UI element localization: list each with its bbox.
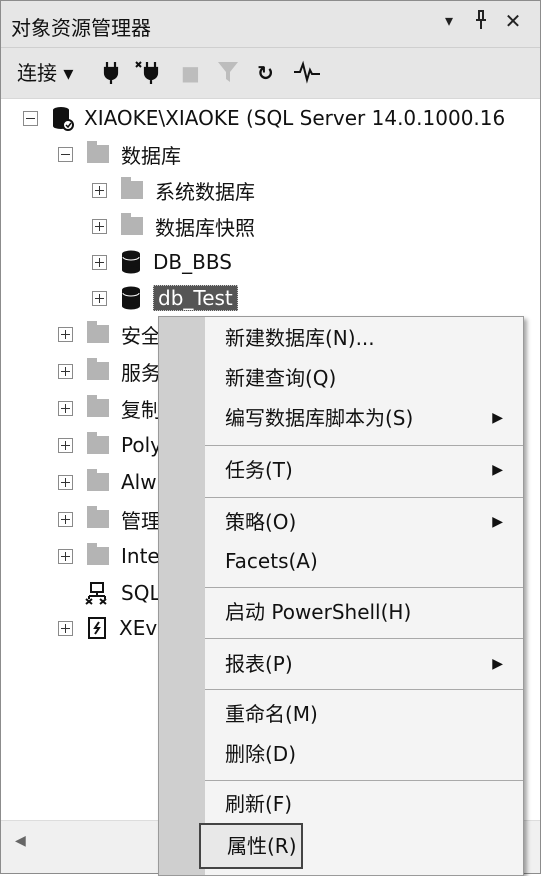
tree-node-sql-agent[interactable]: SQL (85, 576, 161, 610)
replication-label: 复制 (121, 397, 161, 422)
panel-title: 对象资源管理器 (11, 16, 151, 40)
refresh-icon[interactable]: ↻ (257, 60, 274, 86)
folder-icon (87, 358, 109, 380)
server-objects-label: 服务 (121, 360, 161, 385)
expand-icon[interactable] (92, 218, 107, 234)
collapse-icon[interactable] (58, 146, 73, 162)
context-menu: 新建数据库(N)... 新建查询(Q) 编写数据库脚本为(S) ▶ 任务(T) … (158, 316, 524, 876)
folder-icon (87, 543, 109, 565)
disconnect-plug-icon[interactable] (135, 60, 161, 86)
xevent-label: XEv (119, 616, 158, 640)
expand-icon[interactable] (58, 363, 73, 379)
menu-item-properties[interactable]: 属性(R) (227, 831, 297, 861)
tree-node-xevent[interactable]: XEv (58, 611, 157, 645)
tree-node-always-on[interactable]: Alw (58, 465, 157, 499)
scroll-left-icon[interactable]: ◀ (15, 833, 26, 849)
filter-icon[interactable] (217, 60, 239, 86)
menu-icon-gutter (159, 317, 205, 875)
xevent-icon (87, 616, 107, 640)
connect-button[interactable]: 连接 ▾ (17, 60, 73, 86)
folder-icon (87, 469, 109, 491)
tree-node-server[interactable]: XIAOKE\XIAOKE (SQL Server 14.0.1000.16 (23, 101, 505, 135)
menu-item-facets[interactable]: Facets(A) (225, 546, 318, 576)
tree-node-database-snapshots[interactable]: 数据库快照 (92, 209, 255, 243)
expand-icon[interactable] (92, 182, 107, 198)
menu-separator (205, 445, 523, 446)
sql-agent-icon (85, 581, 109, 605)
submenu-arrow-icon: ▶ (492, 514, 503, 530)
sql-agent-label: SQL (121, 581, 161, 605)
tree-node-integration[interactable]: Inte (58, 539, 160, 573)
expand-icon[interactable] (58, 548, 73, 564)
menu-item-new-database[interactable]: 新建数据库(N)... (225, 323, 375, 353)
database-icon (121, 250, 141, 274)
always-on-label: Alw (121, 470, 157, 494)
server-icon (52, 106, 74, 131)
menu-item-tasks[interactable]: 任务(T) (225, 455, 293, 485)
database-snapshots-label: 数据库快照 (155, 215, 255, 240)
submenu-arrow-icon: ▶ (492, 410, 503, 426)
stop-icon[interactable]: ■ (181, 60, 200, 86)
polybase-label: Poly (121, 433, 162, 457)
menu-item-new-query[interactable]: 新建查询(Q) (225, 363, 336, 393)
expand-icon[interactable] (58, 326, 73, 342)
menu-separator (205, 689, 523, 690)
db-test-label: db_Test (153, 285, 238, 311)
menu-item-policies[interactable]: 策略(O) (225, 507, 296, 537)
system-databases-label: 系统数据库 (155, 179, 255, 204)
tree-node-databases[interactable]: 数据库 (58, 137, 181, 171)
menu-item-script-as[interactable]: 编写数据库脚本为(S) (225, 403, 413, 433)
folder-icon (87, 141, 109, 163)
tree-node-security[interactable]: 安全 (58, 317, 161, 351)
folder-icon (121, 177, 143, 199)
menu-item-delete[interactable]: 删除(D) (225, 739, 296, 769)
pin-icon[interactable] (469, 9, 493, 36)
expand-icon[interactable] (92, 254, 107, 270)
menu-item-refresh[interactable]: 刷新(F) (225, 789, 292, 819)
folder-icon (87, 432, 109, 454)
menu-item-reports[interactable]: 报表(P) (225, 649, 293, 679)
tree-node-polybase[interactable]: Poly (58, 428, 162, 462)
tree-node-system-databases[interactable]: 系统数据库 (92, 173, 255, 207)
toolbar: 连接 ▾ ■ ↻ (1, 48, 540, 99)
activity-monitor-icon[interactable] (293, 60, 321, 86)
tree-node-replication[interactable]: 复制 (58, 391, 161, 425)
menu-separator (205, 497, 523, 498)
menu-item-start-powershell[interactable]: 启动 PowerShell(H) (225, 597, 411, 627)
window-position-dropdown-icon[interactable]: ▾ (437, 11, 461, 30)
expand-icon[interactable] (58, 620, 73, 636)
expand-icon[interactable] (58, 437, 73, 453)
menu-item-rename[interactable]: 重命名(M) (225, 699, 318, 729)
tree-node-management[interactable]: 管理 (58, 502, 161, 536)
collapse-icon[interactable] (23, 110, 38, 126)
folder-icon (121, 213, 143, 235)
tree-node-server-objects[interactable]: 服务 (58, 354, 161, 388)
menu-separator (205, 638, 523, 639)
database-icon (121, 286, 141, 310)
connect-plug-icon[interactable] (101, 60, 121, 86)
expand-icon[interactable] (92, 290, 107, 306)
folder-icon (87, 506, 109, 528)
management-label: 管理 (121, 508, 161, 533)
close-icon[interactable]: ✕ (501, 9, 525, 33)
server-label: XIAOKE\XIAOKE (SQL Server 14.0.1000.16 (84, 106, 506, 130)
folder-icon (87, 321, 109, 343)
title-bar: 对象资源管理器 ▾ ✕ (1, 1, 540, 48)
expand-icon[interactable] (58, 400, 73, 416)
integration-label: Inte (121, 544, 160, 568)
databases-label: 数据库 (121, 143, 181, 168)
tree-node-db-bbs[interactable]: DB_BBS (92, 245, 232, 279)
menu-separator (205, 780, 523, 781)
expand-icon[interactable] (58, 474, 73, 490)
submenu-arrow-icon: ▶ (492, 656, 503, 672)
folder-icon (87, 395, 109, 417)
expand-icon[interactable] (58, 511, 73, 527)
menu-separator (205, 587, 523, 588)
tree-node-db-test[interactable]: db_Test (92, 281, 238, 315)
security-label: 安全 (121, 323, 161, 348)
db-bbs-label: DB_BBS (153, 250, 232, 274)
submenu-arrow-icon: ▶ (492, 462, 503, 478)
